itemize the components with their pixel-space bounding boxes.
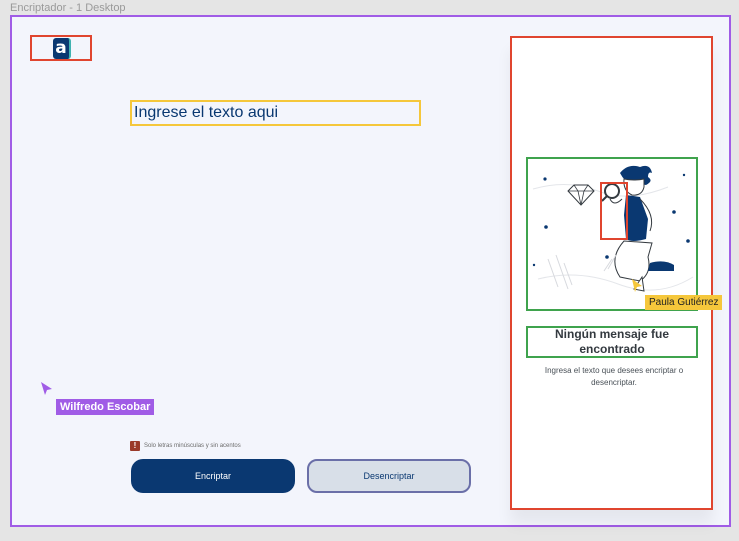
collaborator-tag: Wilfredo Escobar: [56, 399, 155, 415]
collaborator-tag: Paula Gutiérrez: [645, 295, 723, 310]
alert-icon: !: [130, 441, 140, 451]
empty-illustration: [526, 157, 698, 311]
dot: [543, 177, 547, 181]
text-input[interactable]: [134, 104, 419, 122]
decrypt-button[interactable]: Desencriptar: [307, 459, 471, 493]
desktop-frame[interactable]: a ! Solo letras minúsculas y sin acentos…: [10, 15, 731, 527]
dot: [544, 225, 548, 229]
hint-text: Solo letras minúsculas y sin acentos: [144, 443, 241, 449]
dot: [605, 255, 609, 259]
text-input-container: [130, 100, 421, 126]
empty-title-container: Ningún mensaje fue encontrado: [526, 326, 698, 358]
diamond-icon: [567, 184, 595, 206]
output-panel: Ningún mensaje fue encontrado Ingresa el…: [510, 36, 713, 510]
input-hint: ! Solo letras minúsculas y sin acentos: [130, 441, 241, 451]
dot: [686, 239, 690, 243]
illustration-graphic: [532, 165, 694, 292]
dot: [672, 210, 676, 214]
logo: a: [53, 38, 71, 59]
cursor-arrow-icon: [41, 382, 52, 395]
logo-container: a: [30, 35, 92, 61]
dot: [532, 263, 536, 267]
encrypt-button[interactable]: Encriptar: [131, 459, 295, 493]
dot: [682, 173, 686, 177]
empty-subtitle: Ingresa el texto que desees encriptar o …: [544, 366, 684, 387]
frame-title[interactable]: Encriptador - 1 Desktop: [10, 2, 126, 14]
empty-title: Ningún mensaje fue encontrado: [554, 327, 670, 356]
magnifier-icon: [601, 183, 620, 202]
